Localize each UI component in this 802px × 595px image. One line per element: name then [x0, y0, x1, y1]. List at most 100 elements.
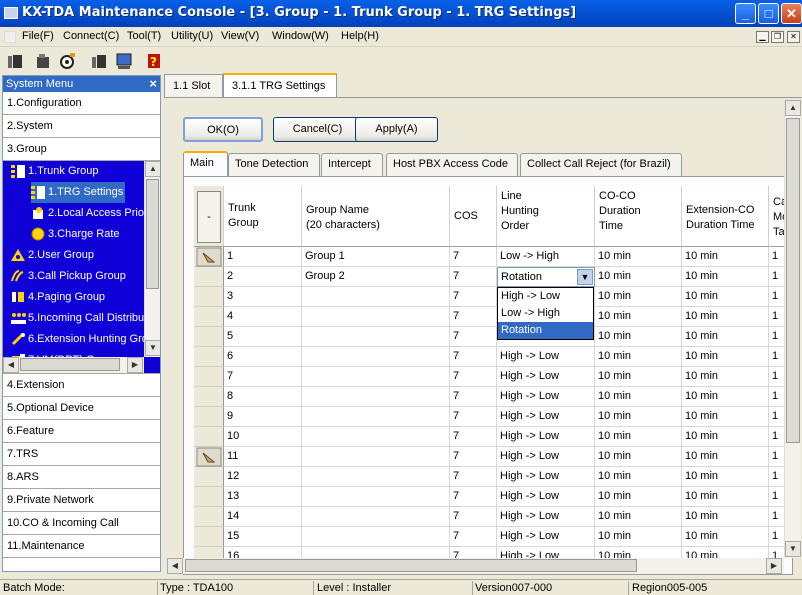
dropdown-option-low-high[interactable]: Low -> High — [498, 305, 593, 322]
menu-tool[interactable]: Tool(T) — [127, 30, 161, 42]
grid-cell-name[interactable] — [302, 447, 450, 467]
grid-cell-hunt[interactable]: High -> Low — [497, 347, 595, 367]
grid-cell-num[interactable]: 9 — [224, 407, 302, 427]
grid-cell-cos[interactable]: 7 — [450, 367, 497, 387]
grid-cell-cos[interactable]: 7 — [450, 307, 497, 327]
connect-icon[interactable] — [6, 52, 24, 70]
grid-cell-extco[interactable]: 10 min — [682, 407, 769, 427]
grid-cell-extco[interactable]: 10 min — [682, 367, 769, 387]
mdi-child-icon[interactable] — [4, 31, 16, 43]
grid-cell-hunt[interactable]: High -> Low — [497, 467, 595, 487]
grid-cell-hunt[interactable]: High -> Low — [497, 387, 595, 407]
grid-cell-extco[interactable]: 10 min — [682, 447, 769, 467]
dropdown-option-rotation[interactable]: Rotation — [498, 322, 593, 339]
grid-cell-extco[interactable]: 10 min — [682, 527, 769, 547]
grid-cell-last[interactable]: 1 — [769, 367, 784, 387]
grid-cell-hunt[interactable]: High -> Low — [497, 367, 595, 387]
grid-cell-name[interactable]: Group 1 — [302, 247, 450, 267]
grid-cell-num[interactable]: 5 — [224, 327, 302, 347]
category-ars[interactable]: 8.ARS — [3, 466, 160, 489]
grid-cell-name[interactable] — [302, 327, 450, 347]
grid-cell-coco[interactable]: 10 min — [595, 307, 682, 327]
grid-cell-num[interactable]: 11 — [224, 447, 302, 467]
row-selector[interactable] — [194, 487, 224, 507]
grid-cell-coco[interactable]: 10 min — [595, 487, 682, 507]
grid-cell-coco[interactable]: 10 min — [595, 427, 682, 447]
grid-cell-name[interactable] — [302, 307, 450, 327]
grid-cell-name[interactable]: Group 2 — [302, 267, 450, 287]
tree-vertical-scrollbar[interactable]: ▲ ▼ — [144, 161, 160, 357]
row-selector[interactable] — [194, 247, 224, 267]
grid-cell-extco[interactable]: 10 min — [682, 387, 769, 407]
grid-cell-name[interactable] — [302, 527, 450, 547]
grid-cell-coco[interactable]: 10 min — [595, 247, 682, 267]
grid-cell-name[interactable] — [302, 387, 450, 407]
category-co-incoming-call[interactable]: 10.CO & Incoming Call — [3, 512, 160, 535]
grid-cell-cos[interactable]: 7 — [450, 507, 497, 527]
grid-cell-cos[interactable]: 7 — [450, 427, 497, 447]
grid-cell-extco[interactable]: 10 min — [682, 507, 769, 527]
grid-cell-name[interactable] — [302, 367, 450, 387]
grid-cell-last[interactable]: 1 — [769, 467, 784, 487]
grid-cell-last[interactable]: 1 — [769, 247, 784, 267]
row-selector[interactable] — [194, 467, 224, 487]
terminal-icon[interactable] — [115, 52, 133, 70]
scroll-thumb[interactable] — [146, 179, 159, 289]
row-selector[interactable] — [194, 367, 224, 387]
grid-cell-name[interactable] — [302, 507, 450, 527]
grid-cell-name[interactable] — [302, 407, 450, 427]
row-selector[interactable] — [194, 267, 224, 287]
menu-help[interactable]: Help(H) — [341, 30, 379, 42]
grid-cell-hunt[interactable]: High -> Low — [497, 427, 595, 447]
category-optional-device[interactable]: 5.Optional Device — [3, 397, 160, 420]
grid-cell-cos[interactable]: 7 — [450, 467, 497, 487]
cancel-button[interactable]: Cancel(C) — [273, 117, 362, 142]
settings-icon[interactable] — [58, 52, 76, 70]
row-selector[interactable] — [194, 527, 224, 547]
scroll-down-icon[interactable]: ▼ — [145, 340, 160, 356]
grid-cell-extco[interactable]: 10 min — [682, 267, 769, 287]
grid-cell-cos[interactable]: 7 — [450, 347, 497, 367]
scroll-left-icon[interactable]: ◀ — [3, 357, 19, 373]
tree-item-paging-group[interactable]: 4.Paging Group — [11, 287, 105, 308]
grid-cell-extco[interactable]: 10 min — [682, 327, 769, 347]
row-selector[interactable] — [194, 427, 224, 447]
grid-cell-coco[interactable]: 10 min — [595, 387, 682, 407]
tree-item-user-group[interactable]: 2.User Group — [11, 245, 94, 266]
tree-item-incoming-call-distribution[interactable]: 5.Incoming Call Distribution Group — [11, 308, 160, 329]
grid-cell-cos[interactable]: 7 — [450, 327, 497, 347]
grid-cell-name[interactable] — [302, 467, 450, 487]
grid-cell-hunt[interactable]: High -> Low — [497, 507, 595, 527]
category-system[interactable]: 2.System — [3, 115, 160, 138]
category-feature[interactable]: 6.Feature — [3, 420, 160, 443]
menu-utility[interactable]: Utility(U) — [171, 30, 213, 42]
grid-cell-num[interactable]: 3 — [224, 287, 302, 307]
row-selector[interactable] — [194, 387, 224, 407]
tree-item-call-pickup-group[interactable]: 3.Call Pickup Group — [11, 266, 126, 287]
tab-intercept[interactable]: Intercept — [321, 153, 383, 176]
ok-button[interactable]: OK(O) — [183, 117, 263, 142]
grid-cell-coco[interactable]: 10 min — [595, 287, 682, 307]
grid-cell-cos[interactable]: 7 — [450, 527, 497, 547]
grid-cell-coco[interactable]: 10 min — [595, 267, 682, 287]
grid-cell-last[interactable]: 1 — [769, 527, 784, 547]
grid-cell-num[interactable]: 8 — [224, 387, 302, 407]
grid-cell-last[interactable]: 1 — [769, 447, 784, 467]
menu-file[interactable]: File(F) — [22, 30, 54, 42]
grid-cell-cos[interactable]: 7 — [450, 247, 497, 267]
grid-cell-extco[interactable]: 10 min — [682, 347, 769, 367]
grid-cell-last[interactable]: 1 — [769, 307, 784, 327]
grid-cell-extco[interactable]: 10 min — [682, 287, 769, 307]
grid-cell-coco[interactable]: 10 min — [595, 527, 682, 547]
grid-cell-num[interactable]: 2 — [224, 267, 302, 287]
scroll-thumb[interactable] — [185, 559, 637, 572]
grid-cell-num[interactable]: 7 — [224, 367, 302, 387]
grid-cell-last[interactable]: 1 — [769, 287, 784, 307]
grid-cell-last[interactable]: 1 — [769, 387, 784, 407]
grid-cell-last[interactable]: 1 — [769, 427, 784, 447]
category-configuration[interactable]: 1.Configuration — [3, 92, 160, 115]
grid-cell-last[interactable]: 1 — [769, 267, 784, 287]
scroll-down-icon[interactable]: ▼ — [785, 541, 801, 557]
scroll-right-icon[interactable]: ▶ — [127, 357, 143, 373]
grid-cell-hunt[interactable]: High -> Low — [497, 527, 595, 547]
